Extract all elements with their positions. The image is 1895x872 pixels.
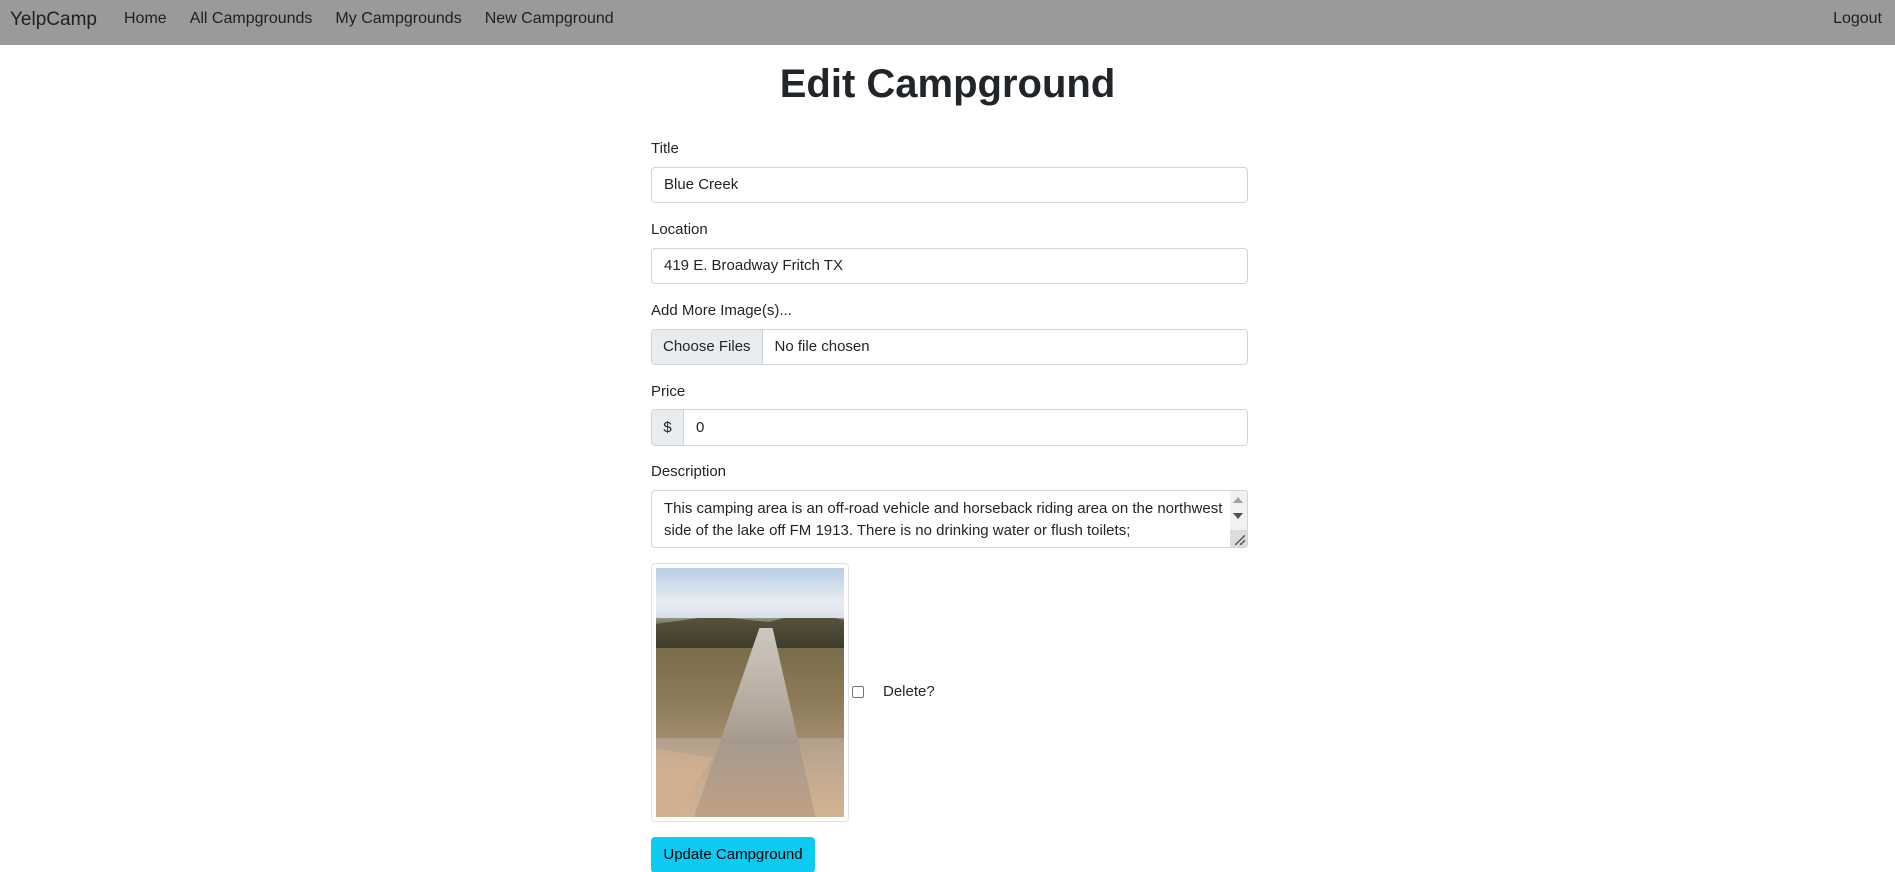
price-input[interactable]: 0 <box>684 410 1247 445</box>
price-label: Price <box>651 383 686 400</box>
campground-image-thumbnail <box>651 563 849 822</box>
price-input-group: $ 0 <box>651 409 1248 446</box>
nav-link-my-campgrounds[interactable]: My Campgrounds <box>335 10 461 28</box>
description-textarea[interactable]: This camping area is an off-road vehicle… <box>651 490 1248 548</box>
brand-logo[interactable]: YelpCamp <box>10 9 97 31</box>
navbar: YelpCamp Home All Campgrounds My Campgro… <box>0 0 1895 45</box>
description-label: Description <box>651 463 727 480</box>
nav-link-home[interactable]: Home <box>124 10 167 28</box>
description-text: This camping area is an off-road vehicle… <box>664 500 1223 539</box>
page-title: Edit Campground <box>779 62 1116 106</box>
textarea-scrollbar[interactable] <box>1230 491 1247 547</box>
resize-handle-icon[interactable] <box>1230 530 1247 547</box>
choose-files-button[interactable]: Choose Files <box>652 330 763 364</box>
location-label: Location <box>651 221 708 238</box>
dollar-prefix: $ <box>652 410 684 445</box>
delete-image-checkbox[interactable] <box>852 686 864 698</box>
delete-label: Delete? <box>883 683 935 700</box>
location-input[interactable]: 419 E. Broadway Fritch TX <box>651 248 1248 284</box>
scroll-down-icon[interactable] <box>1233 513 1243 519</box>
title-input[interactable]: Blue Creek <box>651 167 1248 203</box>
scroll-up-icon[interactable] <box>1233 497 1243 503</box>
campground-image <box>656 568 844 817</box>
update-campground-button[interactable]: Update Campground <box>651 837 815 872</box>
nav-link-new-campground[interactable]: New Campground <box>485 10 614 28</box>
logout-link[interactable]: Logout <box>1833 10 1882 28</box>
images-label: Add More Image(s)... <box>651 302 792 319</box>
file-upload-input[interactable]: Choose Files No file chosen <box>651 329 1248 365</box>
nav-links: Home All Campgrounds My Campgrounds New … <box>124 10 637 28</box>
nav-link-all-campgrounds[interactable]: All Campgrounds <box>190 10 313 28</box>
file-status-text: No file chosen <box>774 338 870 355</box>
title-label: Title <box>651 140 679 157</box>
